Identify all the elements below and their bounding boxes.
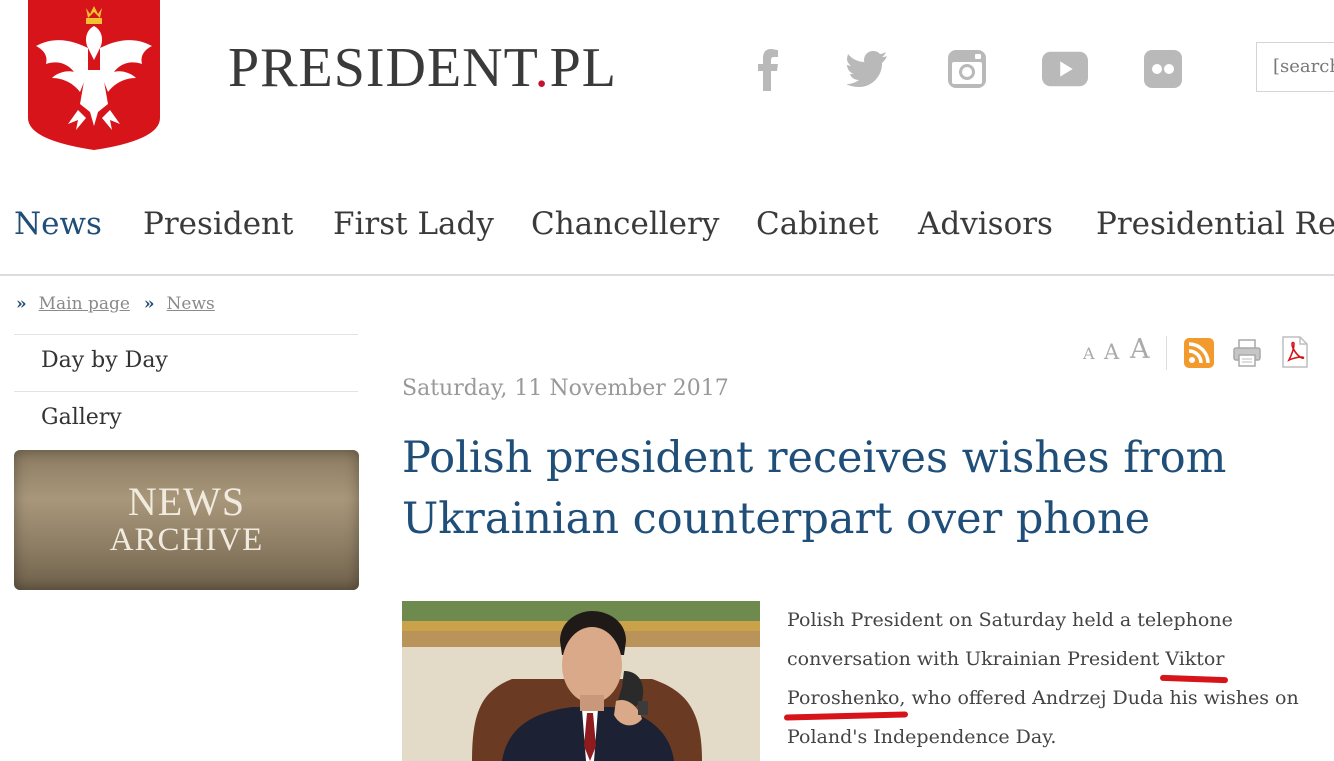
search-input[interactable] <box>1257 43 1334 89</box>
article-title: Polish president receives wishes from Uk… <box>402 433 1227 544</box>
sidebar-divider <box>14 391 358 392</box>
article-body-line: conversation with Ukrainian President Vi… <box>787 648 1225 670</box>
news-archive-banner[interactable]: NEWS ARCHIVE <box>14 450 359 590</box>
pdf-icon[interactable] <box>1282 336 1308 368</box>
breadcrumb-separator: » <box>143 294 155 314</box>
article-photo[interactable] <box>402 601 760 761</box>
news-archive-line1: NEWS <box>127 479 246 524</box>
news-archive-line2: ARCHIVE <box>109 522 264 558</box>
youtube-icon[interactable] <box>1042 46 1088 92</box>
font-size-medium-button[interactable]: A <box>1104 340 1119 364</box>
article-body: Polish President on Saturday held a tele… <box>787 601 1327 757</box>
flickr-icon[interactable] <box>1140 46 1186 92</box>
breadcrumb-link-main-page[interactable]: Main page <box>39 294 130 314</box>
nav-item-cabinet[interactable]: Cabinet <box>756 206 879 242</box>
site-title-main: PRESIDENT <box>228 37 535 99</box>
site-title[interactable]: PRESIDENT.PL <box>228 38 617 98</box>
rss-icon[interactable] <box>1184 338 1214 368</box>
breadcrumb-separator: » <box>16 294 27 314</box>
sidebar-divider <box>14 334 358 335</box>
site-title-tld: PL <box>549 37 617 99</box>
nav-item-president[interactable]: President <box>143 206 293 242</box>
breadcrumb: » Main page » News <box>16 294 215 314</box>
article-date: Saturday, 11 November 2017 <box>402 376 729 401</box>
nav-item-presidential-residences[interactable]: Presidential Res <box>1096 206 1334 242</box>
nav-item-advisors[interactable]: Advisors <box>918 206 1053 242</box>
sidebar-item-gallery[interactable]: Gallery <box>41 405 122 430</box>
polish-eagle-emblem-logo[interactable] <box>28 0 160 150</box>
article-body-line: Poland's Independence Day. <box>787 726 1057 748</box>
site-title-dot: . <box>534 37 550 99</box>
tools-divider <box>1166 336 1167 370</box>
main-nav: News President First Lady Chancellery Ca… <box>0 196 1334 256</box>
nav-divider <box>0 274 1334 276</box>
font-size-large-button[interactable]: A <box>1130 334 1150 365</box>
sidebar-item-day-by-day[interactable]: Day by Day <box>41 348 168 373</box>
search-box[interactable] <box>1256 42 1334 92</box>
facebook-icon[interactable] <box>745 46 791 92</box>
print-icon[interactable] <box>1232 338 1262 368</box>
instagram-icon[interactable] <box>944 46 990 92</box>
twitter-icon[interactable] <box>844 46 890 92</box>
nav-item-first-lady[interactable]: First Lady <box>333 206 494 242</box>
breadcrumb-link-news[interactable]: News <box>167 294 215 314</box>
article-body-line: Polish President on Saturday held a tele… <box>787 609 1233 631</box>
nav-item-news[interactable]: News <box>14 206 102 242</box>
font-size-small-button[interactable]: A <box>1083 344 1095 363</box>
nav-item-chancellery[interactable]: Chancellery <box>531 206 719 242</box>
